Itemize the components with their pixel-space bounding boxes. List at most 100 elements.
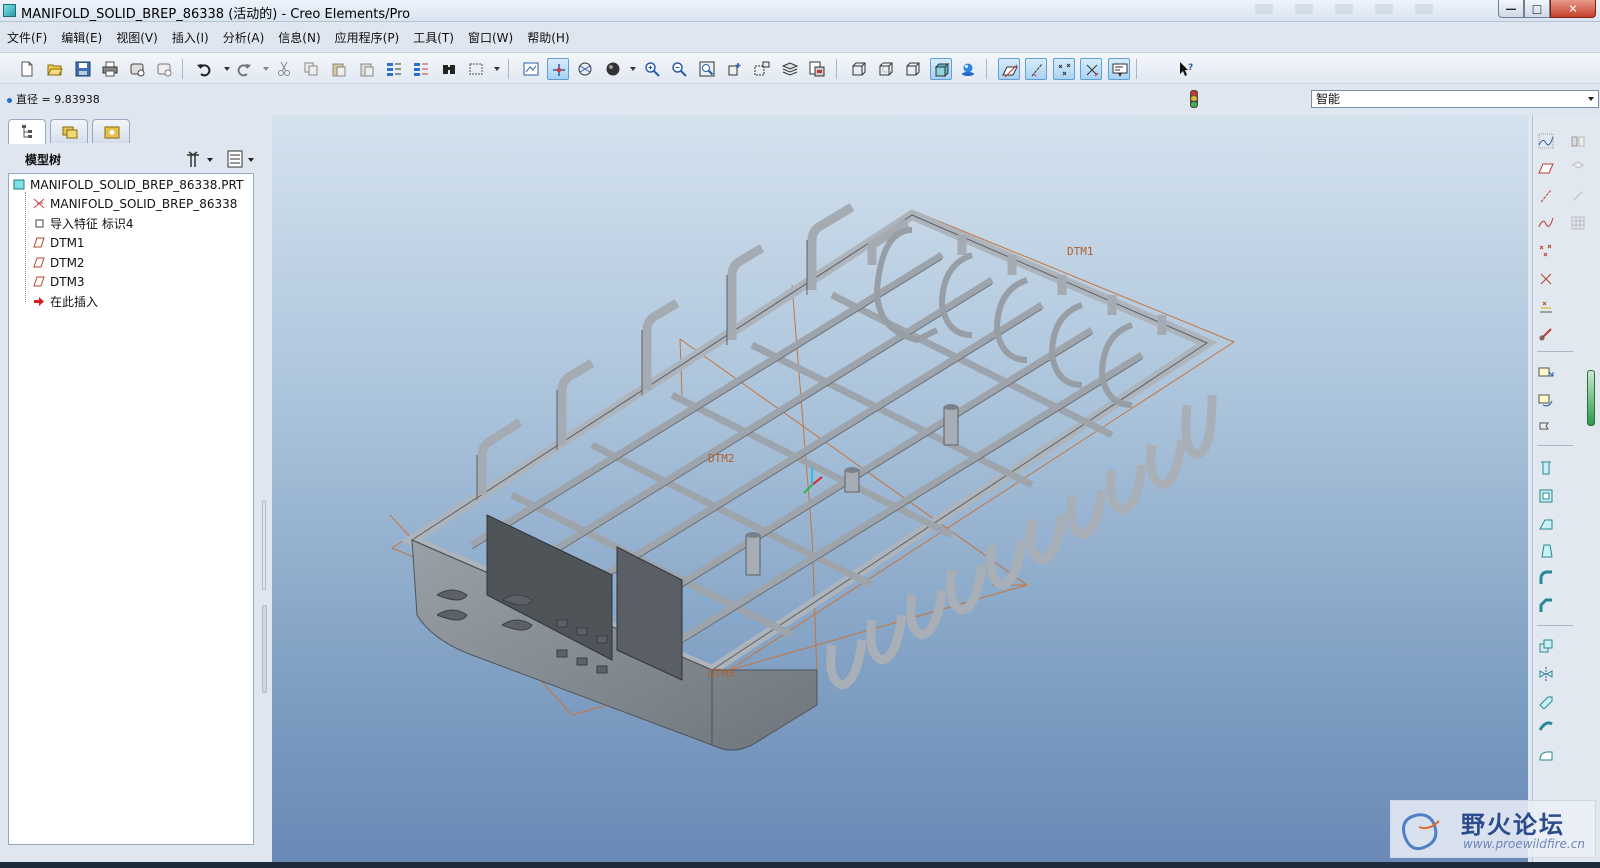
shell-icon[interactable]	[1535, 485, 1557, 507]
mirror-feature-icon[interactable]	[1535, 663, 1557, 685]
refit-icon[interactable]	[696, 58, 718, 80]
view-manager-icon[interactable]	[806, 58, 828, 80]
scroll-handle[interactable]	[1587, 370, 1595, 426]
tree-item-dtm3[interactable]: DTM3	[33, 273, 85, 291]
datum-curve-icon[interactable]	[1535, 212, 1557, 234]
open-icon[interactable]	[44, 58, 66, 80]
no-hidden-icon[interactable]	[902, 58, 924, 80]
select-box-icon[interactable]	[465, 58, 487, 80]
tab-favorites[interactable]	[92, 119, 130, 143]
undo-dropdown-icon[interactable]	[224, 67, 230, 71]
trim-icon[interactable]	[1567, 185, 1589, 207]
menu-edit[interactable]: 编辑(E)	[61, 27, 102, 49]
minimize-button[interactable]: —	[1498, 0, 1524, 18]
chamfer-icon[interactable]	[1535, 595, 1557, 617]
draft-icon[interactable]	[1535, 540, 1557, 562]
reorient-icon[interactable]	[723, 58, 745, 80]
layers-icon[interactable]	[779, 58, 801, 80]
analysis-feature-icon[interactable]	[1535, 295, 1557, 317]
enhanced-realism-icon[interactable]	[957, 58, 979, 80]
tree-show-button[interactable]	[226, 149, 258, 169]
paste-special-icon[interactable]	[356, 58, 378, 80]
mirror-icon[interactable]	[1567, 130, 1589, 152]
merge-icon[interactable]	[1567, 157, 1589, 179]
model-view[interactable]: DTM1 DTM2 DTM3	[272, 115, 1528, 868]
menu-window[interactable]: 窗口(W)	[468, 27, 513, 49]
whats-this-icon[interactable]: ?	[1175, 58, 1197, 80]
menu-applications[interactable]: 应用程序(P)	[335, 27, 400, 49]
repaint-icon[interactable]	[520, 58, 542, 80]
regen-manager-icon[interactable]	[410, 58, 432, 80]
datum-axes-icon[interactable]	[1025, 58, 1047, 80]
menu-tools[interactable]: 工具(T)	[413, 27, 454, 49]
zoom-out-icon[interactable]	[668, 58, 690, 80]
new-icon[interactable]	[16, 58, 38, 80]
redo-dropdown-icon[interactable]	[263, 67, 269, 71]
coordinate-systems-icon[interactable]	[1080, 58, 1102, 80]
tab-model-tree[interactable]	[8, 119, 46, 144]
tree-item-import-feature[interactable]: 导入特征 标识4	[33, 215, 133, 233]
spin-center-icon[interactable]	[547, 58, 569, 80]
find-icon[interactable]	[438, 58, 460, 80]
zoom-in-icon[interactable]	[641, 58, 663, 80]
tree-item-dtm1[interactable]: DTM1	[33, 234, 85, 252]
orient-mode-icon[interactable]	[574, 58, 596, 80]
solidify-icon[interactable]	[1535, 745, 1557, 767]
save-icon[interactable]	[72, 58, 94, 80]
regenerate-icon[interactable]	[383, 58, 405, 80]
datum-point-tool-icon[interactable]	[1535, 240, 1557, 262]
datum-label-dtm3[interactable]: DTM3	[708, 667, 735, 680]
menu-file[interactable]: 文件(F)	[7, 27, 47, 49]
panel-splitter[interactable]	[262, 500, 266, 590]
shading-dropdown-icon[interactable]	[630, 67, 636, 71]
tree-item-part[interactable]: MANIFOLD_SOLID_BREP_86338.PRT	[13, 176, 243, 194]
tab-folder-browser[interactable]	[50, 119, 88, 143]
rib-icon[interactable]	[1535, 513, 1557, 535]
pattern-icon[interactable]	[1567, 212, 1589, 234]
datum-planes-icon[interactable]	[998, 58, 1020, 80]
select-dropdown-icon[interactable]	[494, 67, 500, 71]
shading-icon[interactable]	[602, 58, 624, 80]
shaded-icon[interactable]	[930, 58, 952, 80]
copy-icon[interactable]	[300, 58, 322, 80]
user-feature-icon[interactable]	[1535, 323, 1557, 345]
extrude-icon[interactable]	[1535, 362, 1557, 384]
datum-label-dtm2[interactable]: DTM2	[708, 452, 735, 465]
send-mail-icon[interactable]	[126, 58, 148, 80]
cut-icon[interactable]	[273, 58, 295, 80]
sketch-icon[interactable]	[1535, 130, 1557, 152]
saved-views-icon[interactable]	[751, 58, 773, 80]
revolve-icon[interactable]	[1535, 389, 1557, 411]
graphics-window[interactable]: DTM1 DTM2 DTM3	[272, 115, 1528, 868]
undo-icon[interactable]	[193, 58, 215, 80]
maximize-button[interactable]: □	[1524, 0, 1550, 18]
menu-info[interactable]: 信息(N)	[278, 27, 320, 49]
print-icon[interactable]	[99, 58, 121, 80]
tree-settings-button[interactable]	[183, 149, 215, 169]
tray-model[interactable]	[401, 203, 1218, 751]
tree-item-csys[interactable]: MANIFOLD_SOLID_BREP_86338	[33, 195, 237, 213]
selection-filter-select[interactable]: 智能	[1311, 90, 1599, 108]
send-icon[interactable]	[153, 58, 175, 80]
wireframe-icon[interactable]	[848, 58, 870, 80]
close-button[interactable]: ✕	[1550, 0, 1596, 18]
datum-points-icon[interactable]	[1053, 58, 1075, 80]
paste-icon[interactable]	[328, 58, 350, 80]
offset-icon[interactable]	[1535, 690, 1557, 712]
annotations-icon[interactable]	[1108, 58, 1130, 80]
csys-tool-icon[interactable]	[1535, 268, 1557, 290]
tree-item-dtm2[interactable]: DTM2	[33, 254, 85, 272]
menu-help[interactable]: 帮助(H)	[527, 27, 569, 49]
datum-plane-tool-icon[interactable]	[1535, 157, 1557, 179]
sweep-icon[interactable]	[1535, 416, 1557, 438]
menu-analysis[interactable]: 分析(A)	[223, 27, 265, 49]
redo-icon[interactable]	[233, 58, 255, 80]
hidden-line-icon[interactable]	[875, 58, 897, 80]
datum-axis-tool-icon[interactable]	[1535, 185, 1557, 207]
traffic-light-icon[interactable]	[1190, 90, 1198, 108]
menu-view[interactable]: 视图(V)	[116, 27, 158, 49]
hole-icon[interactable]	[1535, 457, 1557, 479]
panel-collapse-handle[interactable]	[262, 605, 267, 693]
menu-insert[interactable]: 插入(I)	[172, 27, 209, 49]
copy-paste-feature-icon[interactable]	[1535, 635, 1557, 657]
